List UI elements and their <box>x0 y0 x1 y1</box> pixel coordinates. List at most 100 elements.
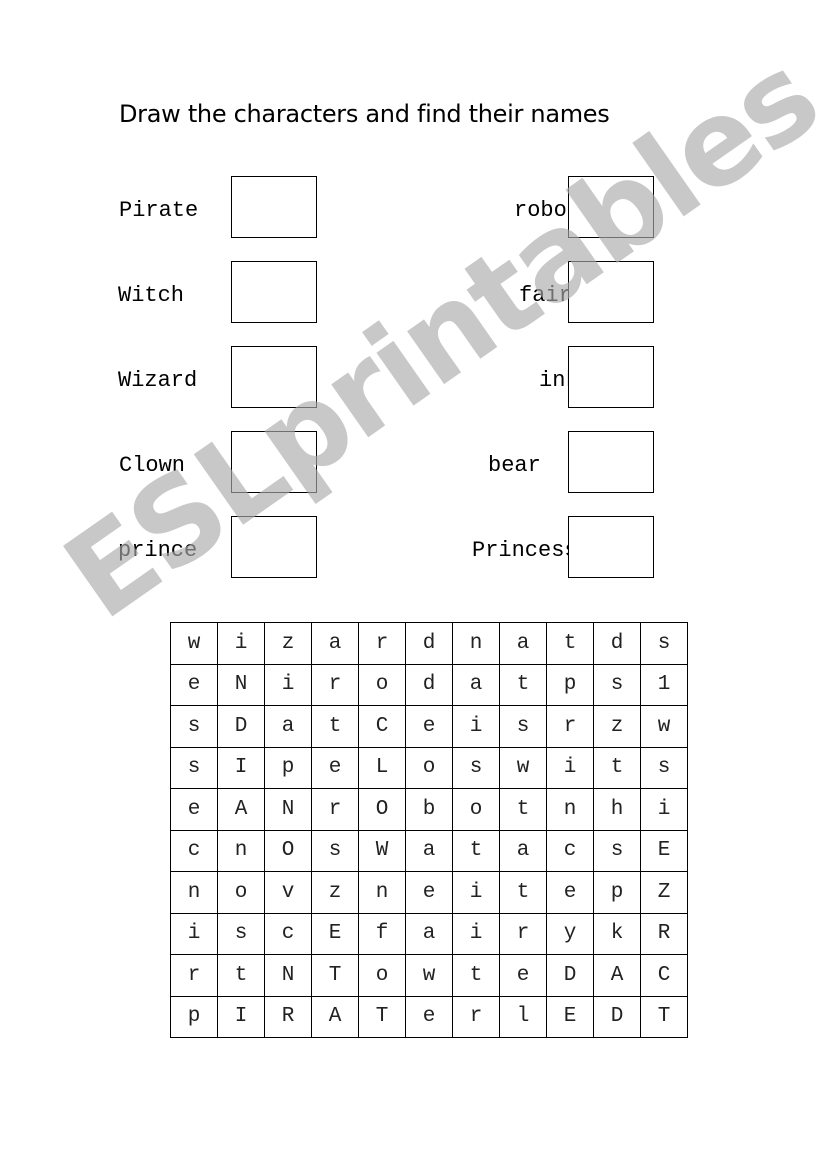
grid-cell[interactable]: n <box>452 622 500 665</box>
drawing-box-princess[interactable] <box>568 516 654 578</box>
grid-cell[interactable]: N <box>264 954 312 997</box>
grid-cell[interactable]: s <box>499 705 547 748</box>
grid-cell[interactable]: R <box>264 995 312 1038</box>
grid-cell[interactable]: O <box>264 829 312 872</box>
grid-cell[interactable]: c <box>264 912 312 955</box>
grid-cell[interactable]: t <box>593 746 641 789</box>
grid-cell[interactable]: r <box>546 705 594 748</box>
grid-cell[interactable]: E <box>546 995 594 1038</box>
grid-cell[interactable]: n <box>217 829 265 872</box>
grid-cell[interactable]: a <box>499 622 547 665</box>
grid-cell[interactable]: r <box>311 788 359 831</box>
grid-cell[interactable]: s <box>593 663 641 706</box>
grid-cell[interactable]: o <box>358 663 406 706</box>
grid-cell[interactable]: I <box>217 746 265 789</box>
grid-cell[interactable]: E <box>311 912 359 955</box>
grid-cell[interactable]: i <box>452 912 500 955</box>
grid-cell[interactable]: w <box>170 622 218 665</box>
grid-cell[interactable]: A <box>311 995 359 1038</box>
grid-cell[interactable]: L <box>358 746 406 789</box>
grid-cell[interactable]: s <box>170 705 218 748</box>
grid-cell[interactable]: s <box>593 829 641 872</box>
grid-cell[interactable]: p <box>593 871 641 914</box>
grid-cell[interactable]: h <box>593 788 641 831</box>
grid-cell[interactable]: i <box>170 912 218 955</box>
grid-cell[interactable]: p <box>546 663 594 706</box>
grid-cell[interactable]: e <box>311 746 359 789</box>
grid-cell[interactable]: t <box>546 622 594 665</box>
grid-cell[interactable]: Z <box>640 871 688 914</box>
grid-cell[interactable]: t <box>499 871 547 914</box>
grid-cell[interactable]: A <box>593 954 641 997</box>
grid-cell[interactable]: c <box>546 829 594 872</box>
grid-cell[interactable]: d <box>593 622 641 665</box>
grid-cell[interactable]: r <box>499 912 547 955</box>
grid-cell[interactable]: r <box>358 622 406 665</box>
drawing-box-wizard[interactable] <box>231 346 317 408</box>
grid-cell[interactable]: t <box>452 954 500 997</box>
grid-cell[interactable]: C <box>640 954 688 997</box>
grid-cell[interactable]: l <box>499 995 547 1038</box>
grid-cell[interactable]: d <box>405 622 453 665</box>
grid-cell[interactable]: e <box>405 995 453 1038</box>
grid-cell[interactable]: s <box>311 829 359 872</box>
grid-cell[interactable]: T <box>358 995 406 1038</box>
grid-cell[interactable]: D <box>546 954 594 997</box>
grid-cell[interactable]: p <box>264 746 312 789</box>
grid-cell[interactable]: i <box>217 622 265 665</box>
drawing-box-bear[interactable] <box>568 431 654 493</box>
grid-cell[interactable]: a <box>311 622 359 665</box>
grid-cell[interactable]: r <box>452 995 500 1038</box>
grid-cell[interactable]: b <box>405 788 453 831</box>
drawing-box-robot[interactable] <box>568 176 654 238</box>
grid-cell[interactable]: o <box>405 746 453 789</box>
grid-cell[interactable]: R <box>640 912 688 955</box>
grid-cell[interactable]: n <box>170 871 218 914</box>
grid-cell[interactable]: i <box>452 871 500 914</box>
grid-cell[interactable]: n <box>546 788 594 831</box>
grid-cell[interactable]: I <box>217 995 265 1038</box>
grid-cell[interactable]: s <box>640 622 688 665</box>
grid-cell[interactable]: e <box>405 871 453 914</box>
grid-cell[interactable]: a <box>405 829 453 872</box>
grid-cell[interactable]: k <box>593 912 641 955</box>
drawing-box-pirate[interactable] <box>231 176 317 238</box>
grid-cell[interactable]: o <box>358 954 406 997</box>
grid-cell[interactable]: o <box>217 871 265 914</box>
grid-cell[interactable]: i <box>640 788 688 831</box>
grid-cell[interactable]: f <box>358 912 406 955</box>
grid-cell[interactable]: z <box>264 622 312 665</box>
grid-cell[interactable]: a <box>405 912 453 955</box>
grid-cell[interactable]: i <box>546 746 594 789</box>
grid-cell[interactable]: r <box>170 954 218 997</box>
grid-cell[interactable]: p <box>170 995 218 1038</box>
grid-cell[interactable]: v <box>264 871 312 914</box>
grid-cell[interactable]: a <box>452 663 500 706</box>
grid-cell[interactable]: e <box>170 663 218 706</box>
grid-cell[interactable]: N <box>264 788 312 831</box>
grid-cell[interactable]: D <box>217 705 265 748</box>
grid-cell[interactable]: t <box>311 705 359 748</box>
grid-cell[interactable]: i <box>452 705 500 748</box>
drawing-box-ink[interactable] <box>568 346 654 408</box>
grid-cell[interactable]: T <box>640 995 688 1038</box>
grid-cell[interactable]: e <box>405 705 453 748</box>
grid-cell[interactable]: a <box>499 829 547 872</box>
grid-cell[interactable]: n <box>358 871 406 914</box>
grid-cell[interactable]: W <box>358 829 406 872</box>
grid-cell[interactable]: w <box>640 705 688 748</box>
grid-cell[interactable]: e <box>499 954 547 997</box>
grid-cell[interactable]: s <box>217 912 265 955</box>
grid-cell[interactable]: s <box>170 746 218 789</box>
grid-cell[interactable]: d <box>405 663 453 706</box>
grid-cell[interactable]: z <box>311 871 359 914</box>
grid-cell[interactable]: t <box>217 954 265 997</box>
grid-cell[interactable]: o <box>452 788 500 831</box>
grid-cell[interactable]: t <box>499 788 547 831</box>
drawing-box-fairy[interactable] <box>568 261 654 323</box>
drawing-box-witch[interactable] <box>231 261 317 323</box>
grid-cell[interactable]: r <box>311 663 359 706</box>
grid-cell[interactable]: w <box>499 746 547 789</box>
grid-cell[interactable]: i <box>264 663 312 706</box>
grid-cell[interactable]: E <box>640 829 688 872</box>
